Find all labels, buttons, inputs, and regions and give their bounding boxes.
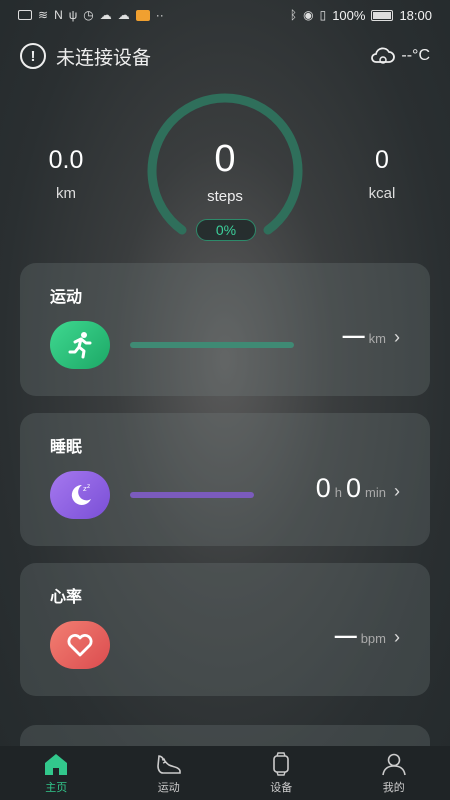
- distance-value: 0.0: [48, 146, 84, 174]
- moon-icon: z z: [50, 471, 110, 519]
- exercise-card[interactable]: 运动 — km ›: [20, 263, 430, 396]
- exercise-value-group: — km ›: [343, 323, 400, 349]
- connection-text: 未连接设备: [56, 47, 152, 69]
- status-bar: ≋ N ψ ◷ ☁ ☁ ·· ᛒ ◉ ▯ 100% 18:00: [0, 0, 450, 30]
- calories-value: 0: [375, 146, 389, 174]
- app-notification-icon: [135, 9, 150, 21]
- distance-stat: 0.0 km: [34, 146, 98, 202]
- exercise-unit: km: [368, 331, 386, 346]
- heart-icon: [50, 621, 110, 669]
- sleep-minutes-unit: min: [365, 485, 386, 500]
- watch-icon: [273, 751, 290, 776]
- home-icon: [45, 753, 68, 775]
- nav-mine-label: 我的: [382, 781, 405, 794]
- heart-value: —: [334, 623, 357, 648]
- nav-home-label: 主页: [45, 781, 68, 794]
- bluetooth-icon: ᛒ: [289, 8, 298, 22]
- nav-device[interactable]: 设备: [241, 751, 321, 795]
- weather-widget[interactable]: --°C: [369, 46, 430, 66]
- chevron-right-icon: ›: [394, 627, 400, 647]
- bottom-nav: 主页 运动 设备 我的: [0, 746, 450, 800]
- distance-unit: km: [56, 185, 76, 202]
- cloud-icon: ☁: [99, 8, 112, 22]
- user-icon: [381, 753, 406, 775]
- exercise-title: 运动: [50, 289, 83, 306]
- exercise-progress-bar: [130, 342, 294, 348]
- more-icon: ··: [155, 8, 164, 22]
- nav-home[interactable]: 主页: [16, 752, 96, 795]
- heart-title: 心率: [50, 589, 83, 606]
- usb-icon: ψ: [68, 8, 78, 22]
- exercise-value: —: [342, 323, 365, 348]
- steps-ring[interactable]: 0 steps 0%: [134, 92, 316, 242]
- battery-icon: [371, 9, 394, 21]
- cloud-icon-2: ☁: [117, 8, 130, 22]
- chevron-right-icon: ›: [394, 481, 400, 501]
- heart-rate-card[interactable]: 心率 — bpm ›: [20, 563, 430, 696]
- nav-device-label: 设备: [270, 781, 293, 794]
- calories-unit: kcal: [368, 185, 396, 202]
- sync-icon: ◷: [83, 8, 94, 22]
- sleep-title: 睡眠: [50, 439, 83, 456]
- heart-unit: bpm: [360, 631, 386, 646]
- alert-icon: !: [20, 43, 46, 69]
- nav-mine[interactable]: 我的: [354, 752, 434, 795]
- sleep-progress-bar: [130, 492, 254, 498]
- battery-percent: 100%: [332, 7, 366, 23]
- chevron-right-icon: ›: [394, 327, 400, 347]
- weather-cloud-icon: [371, 47, 396, 64]
- wifi-icon: ≋: [38, 8, 49, 22]
- calories-stat: 0 kcal: [352, 146, 412, 202]
- clock: 18:00: [399, 7, 432, 23]
- weather-temp: --°C: [401, 47, 430, 64]
- sleep-hours: 0: [315, 473, 331, 503]
- header: ! 未连接设备 --°C: [0, 36, 450, 76]
- steps-unit: steps: [207, 188, 243, 205]
- nav-sport[interactable]: 运动: [129, 752, 209, 795]
- nav-sport-label: 运动: [157, 781, 180, 794]
- activity-summary: 0.0 km 0 steps 0% 0 kcal: [0, 90, 450, 250]
- sleep-minutes: 0: [346, 473, 362, 503]
- svg-text:z: z: [87, 483, 90, 490]
- running-icon: [50, 321, 110, 369]
- shoe-icon: [156, 754, 181, 774]
- vibrate-icon: ▯: [319, 8, 327, 22]
- status-left-icons: ≋ N ψ ◷ ☁ ☁ ··: [18, 8, 164, 22]
- device-connection-status[interactable]: ! 未连接设备: [20, 43, 151, 70]
- location-icon: ◉: [303, 8, 314, 22]
- sim-icon: [18, 10, 32, 20]
- steps-percent-badge: 0%: [196, 219, 256, 241]
- steps-value: 0: [214, 138, 236, 180]
- nfc-icon: N: [54, 8, 63, 22]
- status-right-icons: ᛒ ◉ ▯ 100% 18:00: [290, 8, 432, 23]
- sleep-hours-unit: h: [334, 485, 343, 500]
- sleep-value-group: 0 h 0 min ›: [316, 473, 400, 504]
- heart-value-group: — bpm ›: [335, 623, 400, 649]
- sleep-card[interactable]: 睡眠 z z 0 h 0 min ›: [20, 413, 430, 546]
